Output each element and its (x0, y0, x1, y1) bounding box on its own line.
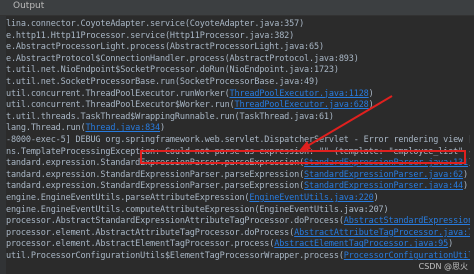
red-arrow-annotation (298, 95, 393, 152)
console-scrollbar[interactable] (470, 16, 474, 274)
watermark-text: CSDN @思火 (418, 262, 468, 271)
